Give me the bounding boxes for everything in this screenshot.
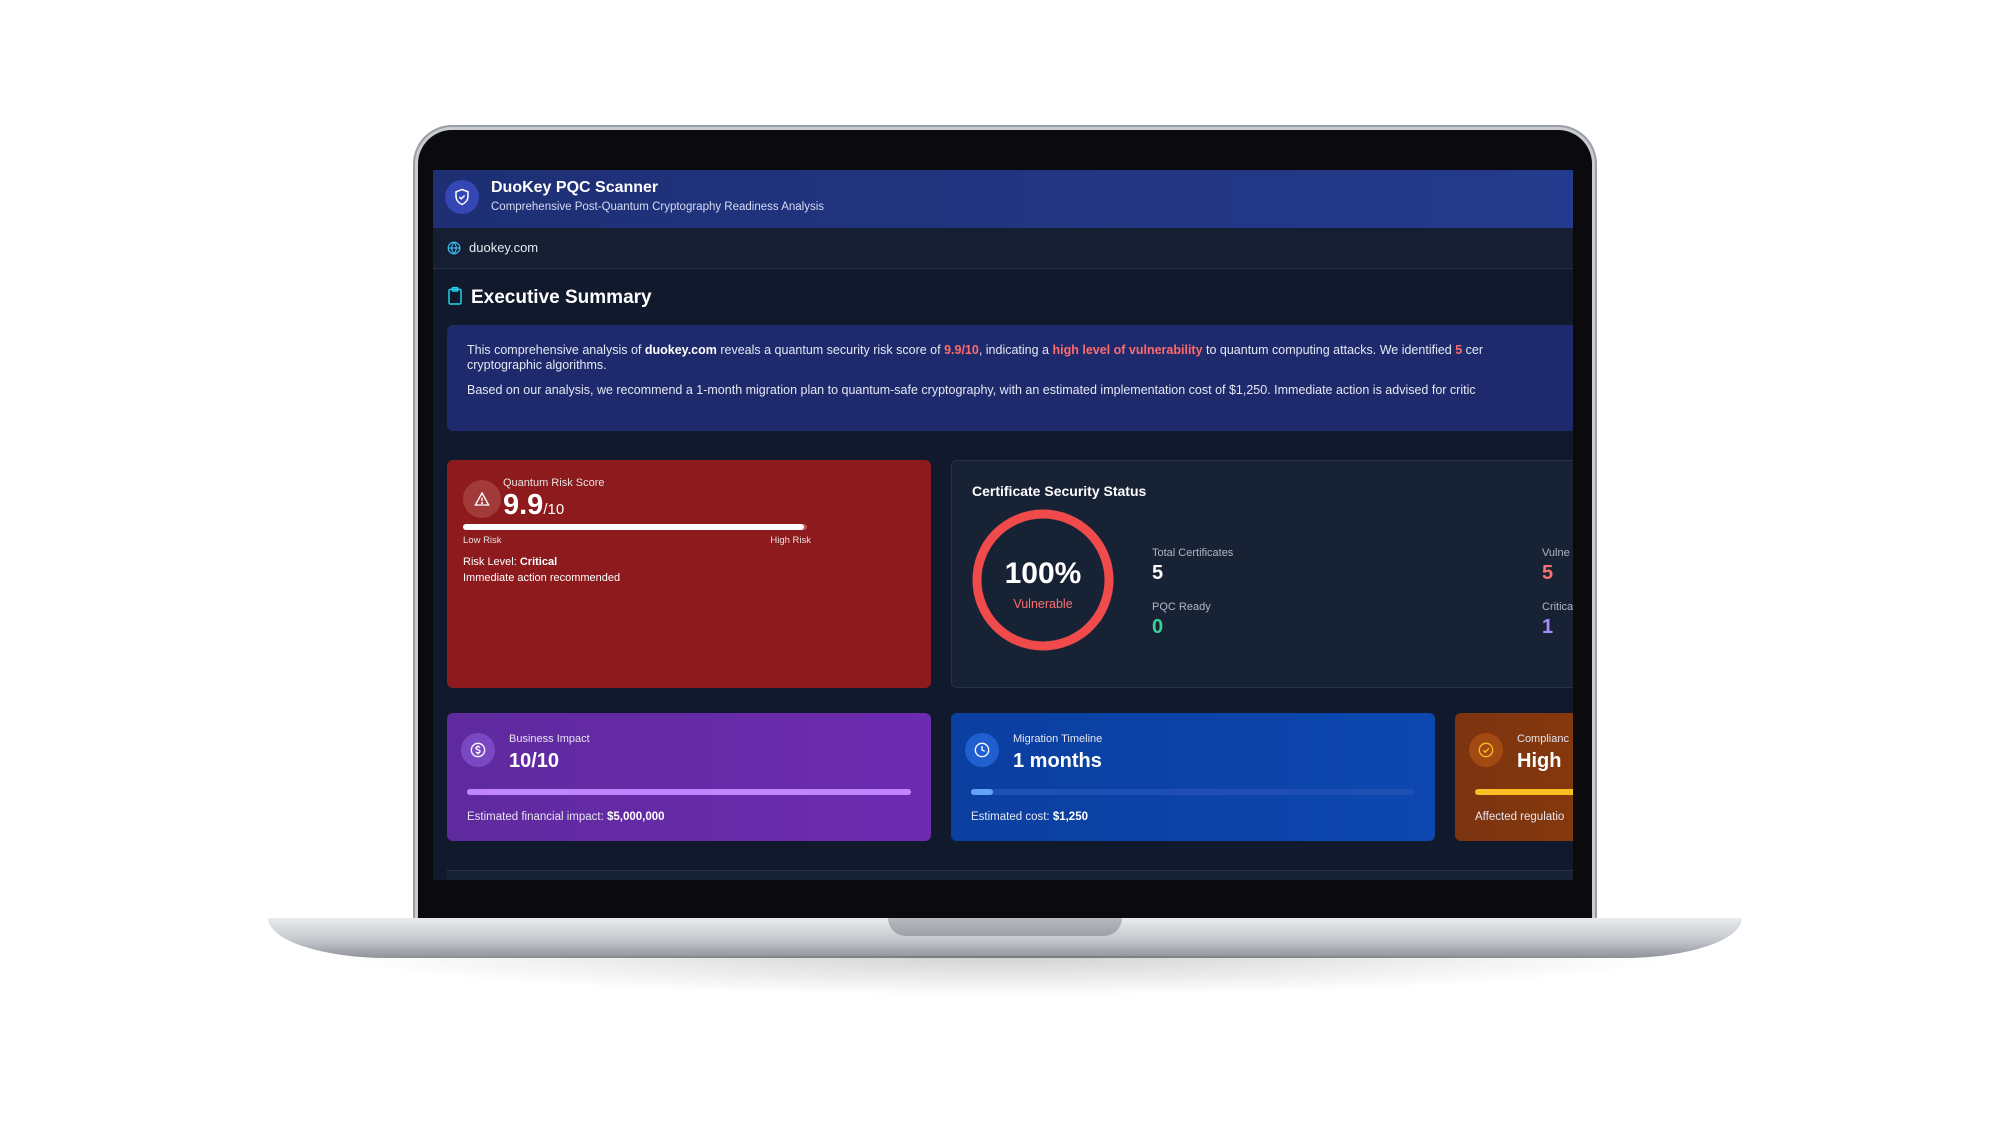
laptop-shadow xyxy=(330,956,1680,996)
business-impact-foot-value: $5,000,000 xyxy=(606,811,665,823)
certificate-status-title: Certificate Security Status xyxy=(972,483,1147,499)
laptop-notch xyxy=(888,918,1122,936)
migration-timeline-value: 1 months xyxy=(1013,750,1102,772)
critical-certificates-value: 1 xyxy=(1542,616,1554,638)
risk-level-value: Critical xyxy=(519,556,558,568)
summary-risk-level: high level of vulnerability xyxy=(1052,343,1203,357)
next-section-edge xyxy=(447,870,1573,880)
summary-text: , indicating a xyxy=(978,343,1053,357)
risk-level: Risk Level: Critical xyxy=(463,556,557,568)
total-certificates-label: Total Certificates xyxy=(1152,547,1234,559)
domain-bar: duokey.com xyxy=(433,228,1573,269)
business-impact-label: Business Impact xyxy=(509,733,590,745)
compliance-footnote: Affected regulatio xyxy=(1475,811,1565,823)
executive-summary-panel: This comprehensive analysis of duokey.co… xyxy=(447,325,1573,431)
business-impact-bar-fill xyxy=(467,789,911,795)
summary-text: reveals a quantum security risk score of xyxy=(716,343,945,357)
business-impact-value: 10/10 xyxy=(509,750,560,772)
summary-paragraph-1-line-2: cryptographic algorithms. xyxy=(467,358,607,372)
total-certificates-value: 5 xyxy=(1152,562,1164,584)
app-subtitle: Comprehensive Post-Quantum Cryptography … xyxy=(491,201,825,213)
compliance-bar xyxy=(1475,789,1573,795)
risk-score-label: Quantum Risk Score xyxy=(503,477,605,489)
risk-note: Immediate action recommended xyxy=(463,572,621,584)
shield-logo-icon xyxy=(445,180,479,214)
migration-foot-value: $1,250 xyxy=(1052,811,1088,823)
clipboard-icon xyxy=(447,286,463,311)
certificate-status-card: Certificate Security Status 100% Vulnera… xyxy=(951,460,1573,688)
migration-timeline-bar xyxy=(971,789,1415,795)
summary-text: cer xyxy=(1462,343,1484,357)
business-impact-bar xyxy=(467,789,911,795)
scanned-domain: duokey.com xyxy=(469,240,539,255)
summary-paragraph-1: This comprehensive analysis of duokey.co… xyxy=(467,343,1483,357)
app-title: DuoKey PQC Scanner xyxy=(491,179,659,196)
app-header: DuoKey PQC Scanner Comprehensive Post-Qu… xyxy=(433,170,1573,228)
warning-icon xyxy=(463,480,501,518)
high-risk-label: High Risk xyxy=(770,535,811,546)
critical-certificates-label: Critica xyxy=(1542,601,1573,613)
summary-score: 9.9/10 xyxy=(944,343,979,357)
risk-score-bar-fill xyxy=(463,524,804,530)
migration-timeline-card: Migration Timeline 1 months Estimated co… xyxy=(951,713,1435,841)
migration-timeline-label: Migration Timeline xyxy=(1013,733,1103,745)
business-impact-foot-prefix: Estimated financial impact: xyxy=(467,811,607,823)
risk-score-suffix: /10 xyxy=(543,501,565,518)
dollar-icon xyxy=(461,733,495,767)
vulnerable-label: Vulnerable xyxy=(1013,597,1073,611)
app-screen: DuoKey PQC Scanner Comprehensive Post-Qu… xyxy=(433,170,1573,880)
risk-level-prefix: Risk Level: xyxy=(463,556,520,568)
pqc-ready-label: PQC Ready xyxy=(1152,601,1211,613)
summary-paragraph-2: Based on our analysis, we recommend a 1-… xyxy=(467,383,1476,397)
compliance-label: Complianc xyxy=(1517,733,1569,745)
business-impact-card: Business Impact 10/10 Estimated financia… xyxy=(447,713,931,841)
clock-icon xyxy=(965,733,999,767)
summary-domain: duokey.com xyxy=(644,343,717,357)
globe-icon xyxy=(447,241,461,260)
risk-score-number: 9.9 xyxy=(503,489,544,521)
migration-foot-prefix: Estimated cost: xyxy=(971,811,1053,823)
low-risk-label: Low Risk xyxy=(463,535,502,546)
migration-timeline-footnote: Estimated cost: $1,250 xyxy=(971,811,1088,823)
executive-summary-title: Executive Summary xyxy=(471,287,652,308)
pqc-ready-value: 0 xyxy=(1152,616,1164,638)
vulnerable-percent: 100% xyxy=(1004,557,1082,590)
compliance-value: High xyxy=(1517,750,1562,772)
risk-score-value: 9.9/10 xyxy=(503,489,564,522)
risk-score-bar xyxy=(463,524,807,530)
vulnerable-certificates-value: 5 xyxy=(1542,562,1554,584)
summary-text: to quantum computing attacks. We identif… xyxy=(1202,343,1456,357)
summary-text: This comprehensive analysis of xyxy=(467,343,645,357)
migration-timeline-bar-fill xyxy=(971,789,994,795)
check-circle-icon xyxy=(1469,733,1503,767)
business-impact-footnote: Estimated financial impact: $5,000,000 xyxy=(467,811,665,823)
vulnerable-certificates-label: Vulne xyxy=(1542,547,1570,559)
compliance-card: Complianc High Affected regulatio xyxy=(1455,713,1573,841)
quantum-risk-card: Quantum Risk Score 9.9/10 Low Risk High … xyxy=(447,460,931,688)
